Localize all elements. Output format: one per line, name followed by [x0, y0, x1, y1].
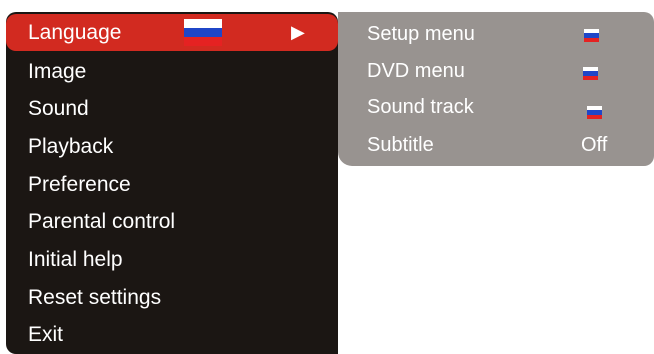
submenu-item-label: DVD menu — [367, 60, 465, 82]
submenu-item-subtitle[interactable]: Subtitle Off — [338, 127, 654, 164]
submenu-item-sound-track[interactable]: Sound track — [338, 89, 654, 126]
russia-flag-icon — [583, 67, 598, 80]
menu-item-playback[interactable]: Playback — [6, 128, 338, 165]
menu-item-label: Exit — [28, 323, 64, 346]
russia-flag-icon — [184, 19, 222, 46]
menu-item-label: Image — [28, 60, 87, 83]
menu-item-parental-control[interactable]: Parental control — [6, 203, 338, 240]
menu-item-label: Preference — [28, 173, 131, 196]
menu-item-label: Language — [28, 21, 122, 44]
subtitle-value: Off — [581, 134, 608, 156]
menu-item-preference[interactable]: Preference — [6, 166, 338, 203]
menu-item-label: Parental control — [28, 210, 176, 233]
russia-flag-icon — [584, 29, 599, 42]
menu-item-sound[interactable]: Sound — [6, 90, 338, 127]
russia-flag-icon — [587, 106, 602, 119]
menu-item-exit[interactable]: Exit — [6, 316, 338, 353]
submenu-item-setup-menu[interactable]: Setup menu — [338, 16, 654, 53]
menu-item-label: Reset settings — [28, 286, 162, 309]
menu-item-label: Playback — [28, 135, 114, 158]
submenu-arrow-icon: ▶ — [291, 22, 305, 42]
menu-item-label: Initial help — [28, 248, 123, 271]
menu-item-initial-help[interactable]: Initial help — [6, 241, 338, 278]
menu-item-label: Sound — [28, 97, 89, 120]
main-menu: Language ▶ Image Sound Playback Preferen… — [6, 12, 338, 354]
menu-item-reset-settings[interactable]: Reset settings — [6, 279, 338, 316]
submenu-item-label: Sound track — [367, 96, 474, 118]
submenu-item-label: Subtitle — [367, 134, 434, 156]
submenu-item-label: Setup menu — [367, 23, 475, 45]
menu-item-image[interactable]: Image — [6, 53, 338, 90]
language-submenu: Setup menu DVD menu Sound track Subtitle… — [338, 12, 654, 166]
menu-item-language[interactable]: Language ▶ — [6, 14, 338, 51]
submenu-item-dvd-menu[interactable]: DVD menu — [338, 53, 654, 90]
